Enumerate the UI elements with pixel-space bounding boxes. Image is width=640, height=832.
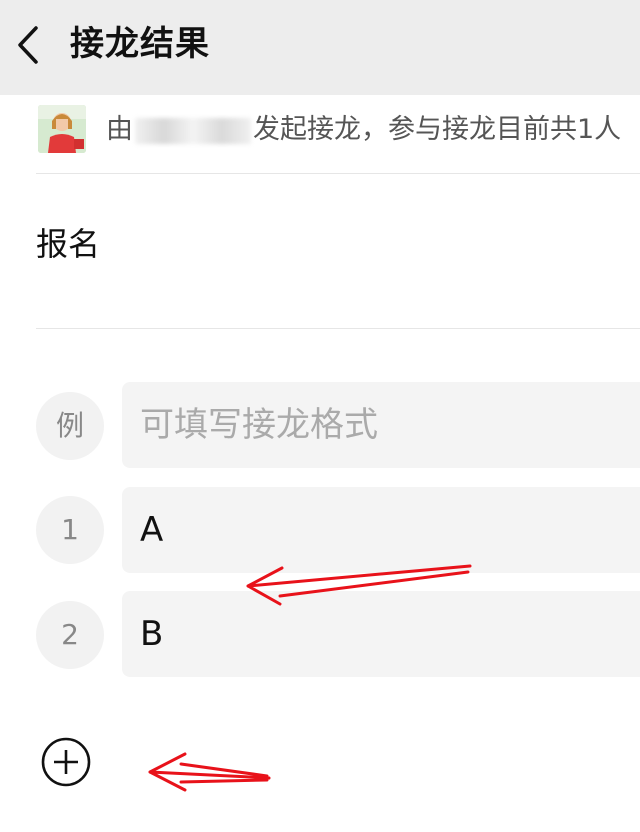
back-icon[interactable] <box>10 22 46 68</box>
blurred-initiator-name <box>135 117 251 144</box>
example-format-input[interactable]: 可填写接龙格式 <box>122 382 640 468</box>
divider <box>36 328 640 329</box>
section-title[interactable]: 报名 <box>36 222 100 266</box>
entry-number-1: 1 <box>36 496 104 564</box>
divider <box>36 173 640 174</box>
info-prefix: 由 <box>106 114 133 145</box>
initiator-info-text: 由 发起接龙，参与接龙目前共1人 <box>106 110 621 150</box>
entry-input-1[interactable]: A <box>122 487 640 573</box>
avatar[interactable] <box>38 105 86 153</box>
entry-input-2[interactable]: B <box>122 591 640 677</box>
info-suffix: 发起接龙，参与接龙目前共1人 <box>253 114 622 145</box>
annotation-arrow-icon <box>148 752 271 792</box>
add-entry-icon[interactable] <box>40 736 92 788</box>
top-bar: 接龙结果 <box>0 0 640 95</box>
page-title: 接龙结果 <box>70 24 210 64</box>
example-badge: 例 <box>36 392 104 460</box>
entry-number-2: 2 <box>36 601 104 669</box>
